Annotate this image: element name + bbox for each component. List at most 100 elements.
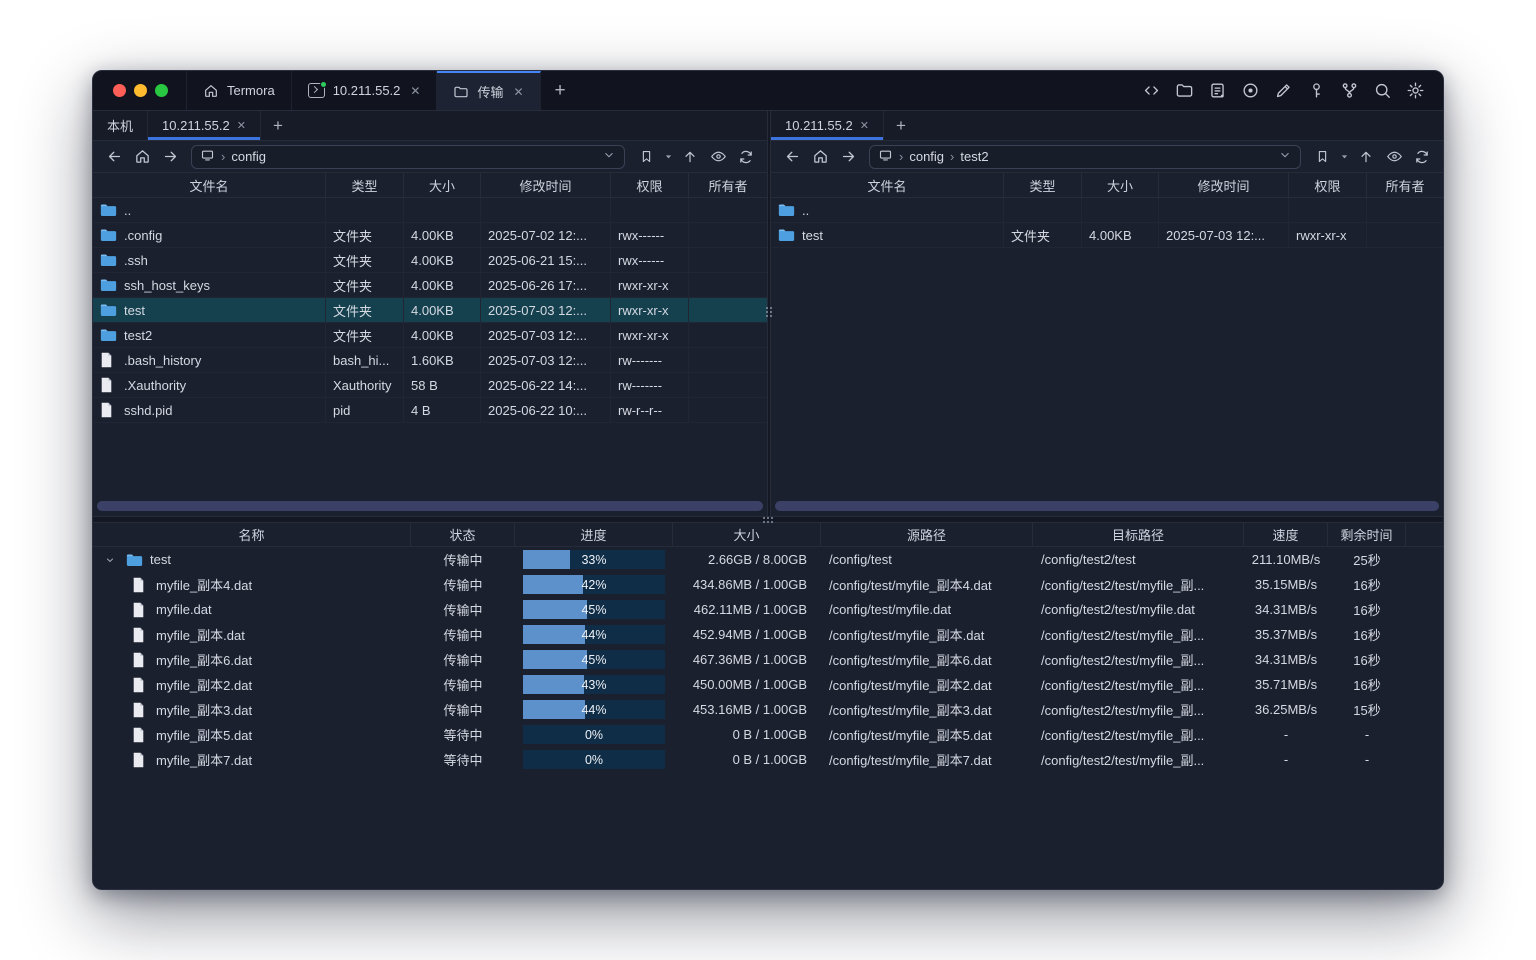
file-row[interactable]: sshd.pidpid4 B2025-06-22 10:...rw-r--r--	[93, 398, 767, 423]
transfer-row[interactable]: myfile_副本6.dat传输中45%467.36MB / 1.00GB/co…	[93, 647, 1443, 672]
bookmark-icon[interactable]	[633, 145, 659, 169]
column-header-mtime[interactable]: 修改时间	[481, 173, 611, 197]
transfer-row[interactable]: myfile_副本7.dat等待中0%0 B / 1.00GB/config/t…	[93, 747, 1443, 772]
column-header-source[interactable]: 源路径	[821, 523, 1033, 546]
bookmark-dropdown-icon[interactable]	[1337, 145, 1351, 169]
folder-icon[interactable]	[1174, 81, 1194, 101]
file-row[interactable]: .ssh文件夹4.00KB2025-06-21 15:...rwx------	[93, 248, 767, 273]
column-header-mtime[interactable]: 修改时间	[1159, 173, 1289, 197]
transfer-row[interactable]: myfile_副本.dat传输中44%452.94MB / 1.00GB/con…	[93, 622, 1443, 647]
home-icon[interactable]	[129, 145, 155, 169]
column-header-size[interactable]: 大小	[404, 173, 481, 197]
column-header-filename[interactable]: 文件名	[771, 173, 1004, 197]
transfer-row[interactable]: test传输中33%2.66GB / 8.00GB/config/test/co…	[93, 547, 1443, 572]
column-header-speed[interactable]: 速度	[1244, 523, 1328, 546]
file-mtime-cell: 2025-06-22 14:...	[481, 373, 611, 397]
key-icon[interactable]	[1306, 81, 1326, 101]
branch-icon[interactable]	[1339, 81, 1359, 101]
column-header-owner[interactable]: 所有者	[1367, 173, 1443, 197]
file-type-cell: 文件夹	[1004, 223, 1082, 247]
minimize-window-button[interactable]	[134, 84, 147, 97]
file-row[interactable]: .bash_historybash_hi...1.60KB2025-07-03 …	[93, 348, 767, 373]
right-path-input[interactable]: › config › test2	[869, 145, 1301, 169]
tab-local[interactable]: 本机	[93, 111, 148, 140]
close-icon[interactable]: ✕	[237, 119, 246, 132]
file-row[interactable]: ssh_host_keys文件夹4.00KB2025-06-26 17:...r…	[93, 273, 767, 298]
refresh-icon[interactable]	[1409, 145, 1435, 169]
chevron-down-icon[interactable]	[1278, 148, 1292, 165]
transfer-target-cell: /config/test2/test/myfile_副...	[1033, 647, 1244, 672]
file-row[interactable]: test文件夹4.00KB2025-07-03 12:...rwxr-xr-x	[93, 298, 767, 323]
show-hidden-icon[interactable]	[1381, 145, 1407, 169]
add-session-button[interactable]: +	[261, 111, 295, 140]
column-header-status[interactable]: 状态	[411, 523, 515, 546]
refresh-icon[interactable]	[733, 145, 759, 169]
file-row[interactable]: ..	[771, 198, 1443, 223]
forward-icon[interactable]	[835, 145, 861, 169]
column-header-filename[interactable]: 文件名	[93, 173, 326, 197]
forward-icon[interactable]	[157, 145, 183, 169]
back-icon[interactable]	[101, 145, 127, 169]
tab-remote-host[interactable]: 10.211.55.2 ✕	[771, 111, 884, 140]
column-header-progress[interactable]: 进度	[515, 523, 673, 546]
show-hidden-icon[interactable]	[705, 145, 731, 169]
new-tab-button[interactable]: +	[541, 71, 580, 110]
code-icon[interactable]	[1141, 81, 1161, 101]
settings-icon[interactable]	[1405, 81, 1425, 101]
add-session-button[interactable]: +	[884, 111, 918, 140]
close-window-button[interactable]	[113, 84, 126, 97]
file-panels: 本机 10.211.55.2 ✕ + › config	[93, 111, 1443, 516]
left-session-tabs: 本机 10.211.55.2 ✕ +	[93, 111, 767, 141]
column-header-perm[interactable]: 权限	[1289, 173, 1367, 197]
close-icon[interactable]: ✕	[513, 85, 523, 99]
file-row[interactable]: test文件夹4.00KB2025-07-03 12:...rwxr-xr-x	[771, 223, 1443, 248]
file-row[interactable]: ..	[93, 198, 767, 223]
horizontal-scrollbar[interactable]	[97, 501, 763, 511]
transfer-row[interactable]: myfile_副本2.dat传输中43%450.00MB / 1.00GB/co…	[93, 672, 1443, 697]
column-header-owner[interactable]: 所有者	[689, 173, 767, 197]
path-segment[interactable]: config	[909, 149, 944, 164]
horizontal-scrollbar[interactable]	[775, 501, 1439, 511]
column-header-name[interactable]: 名称	[93, 523, 411, 546]
column-header-target[interactable]: 目标路径	[1033, 523, 1244, 546]
transfer-row[interactable]: myfile_副本3.dat传输中44%453.16MB / 1.00GB/co…	[93, 697, 1443, 722]
bookmark-dropdown-icon[interactable]	[661, 145, 675, 169]
panel-splitter-horizontal[interactable]	[93, 516, 1443, 523]
column-header-type[interactable]: 类型	[1004, 173, 1082, 197]
chevron-down-icon[interactable]	[101, 554, 119, 566]
back-icon[interactable]	[779, 145, 805, 169]
transfer-name-label: myfile_副本5.dat	[156, 725, 252, 744]
edit-icon[interactable]	[1273, 81, 1293, 101]
home-icon[interactable]	[807, 145, 833, 169]
file-row[interactable]: test2文件夹4.00KB2025-07-03 12:...rwxr-xr-x	[93, 323, 767, 348]
upload-icon[interactable]	[1353, 145, 1379, 169]
column-header-perm[interactable]: 权限	[611, 173, 689, 197]
bookmark-icon[interactable]	[1309, 145, 1335, 169]
path-segment[interactable]: test2	[960, 149, 988, 164]
file-name-cell: .Xauthority	[93, 373, 326, 397]
column-header-size[interactable]: 大小	[673, 523, 821, 546]
left-path-input[interactable]: › config	[191, 145, 625, 169]
column-header-eta[interactable]: 剩余时间	[1328, 523, 1406, 546]
tab-transfer[interactable]: 传输 ✕	[437, 71, 540, 110]
chevron-down-icon[interactable]	[602, 148, 616, 165]
transfer-size-cell: 462.11MB / 1.00GB	[673, 597, 821, 622]
close-icon[interactable]: ✕	[410, 84, 420, 98]
file-row[interactable]: .config文件夹4.00KB2025-07-02 12:...rwx----…	[93, 223, 767, 248]
column-header-type[interactable]: 类型	[326, 173, 404, 197]
close-icon[interactable]: ✕	[860, 119, 869, 132]
tab-host-session[interactable]: 10.211.55.2 ✕	[292, 71, 438, 110]
transfer-row[interactable]: myfile.dat传输中45%462.11MB / 1.00GB/config…	[93, 597, 1443, 622]
record-icon[interactable]	[1240, 81, 1260, 101]
column-header-size[interactable]: 大小	[1082, 173, 1159, 197]
search-icon[interactable]	[1372, 81, 1392, 101]
path-segment[interactable]: config	[231, 149, 266, 164]
zoom-window-button[interactable]	[155, 84, 168, 97]
tab-remote-host[interactable]: 10.211.55.2 ✕	[148, 111, 261, 140]
transfer-row[interactable]: myfile_副本4.dat传输中42%434.86MB / 1.00GB/co…	[93, 572, 1443, 597]
upload-icon[interactable]	[677, 145, 703, 169]
transfer-row[interactable]: myfile_副本5.dat等待中0%0 B / 1.00GB/config/t…	[93, 722, 1443, 747]
tab-termora[interactable]: Termora	[186, 71, 292, 110]
file-row[interactable]: .XauthorityXauthority58 B2025-06-22 14:.…	[93, 373, 767, 398]
log-icon[interactable]	[1207, 81, 1227, 101]
